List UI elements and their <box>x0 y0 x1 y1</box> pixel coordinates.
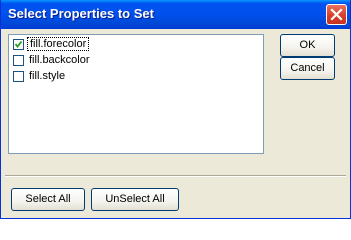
properties-list[interactable]: fill.forecolor fill.backcolor fill.style <box>8 34 264 154</box>
list-item-fill-backcolor[interactable]: fill.backcolor <box>11 53 261 69</box>
list-item-fill-style[interactable]: fill.style <box>11 69 261 85</box>
list-item-fill-forecolor[interactable]: fill.forecolor <box>11 37 261 53</box>
style-label: fill.style <box>29 70 66 82</box>
select-all-button[interactable]: Select All <box>11 188 85 211</box>
forecolor-checkbox[interactable] <box>13 39 24 50</box>
style-checkbox[interactable] <box>13 71 24 82</box>
backcolor-label: fill.backcolor <box>29 54 90 66</box>
backcolor-checkbox[interactable] <box>13 55 24 66</box>
dialog-title: Select Properties to Set <box>8 6 154 21</box>
close-icon <box>330 8 343 21</box>
close-button[interactable] <box>326 4 347 25</box>
dialog-window: Select Properties to Set fill.forecolor … <box>0 0 351 219</box>
cancel-button[interactable]: Cancel <box>280 57 335 80</box>
title-bar[interactable]: Select Properties to Set <box>1 0 350 29</box>
ok-button[interactable]: OK <box>280 34 335 57</box>
unselect-all-button[interactable]: UnSelect All <box>91 188 179 211</box>
forecolor-label: fill.forecolor <box>27 37 90 51</box>
check-icon <box>14 40 23 48</box>
bottom-button-panel: Select All UnSelect All <box>5 175 346 214</box>
